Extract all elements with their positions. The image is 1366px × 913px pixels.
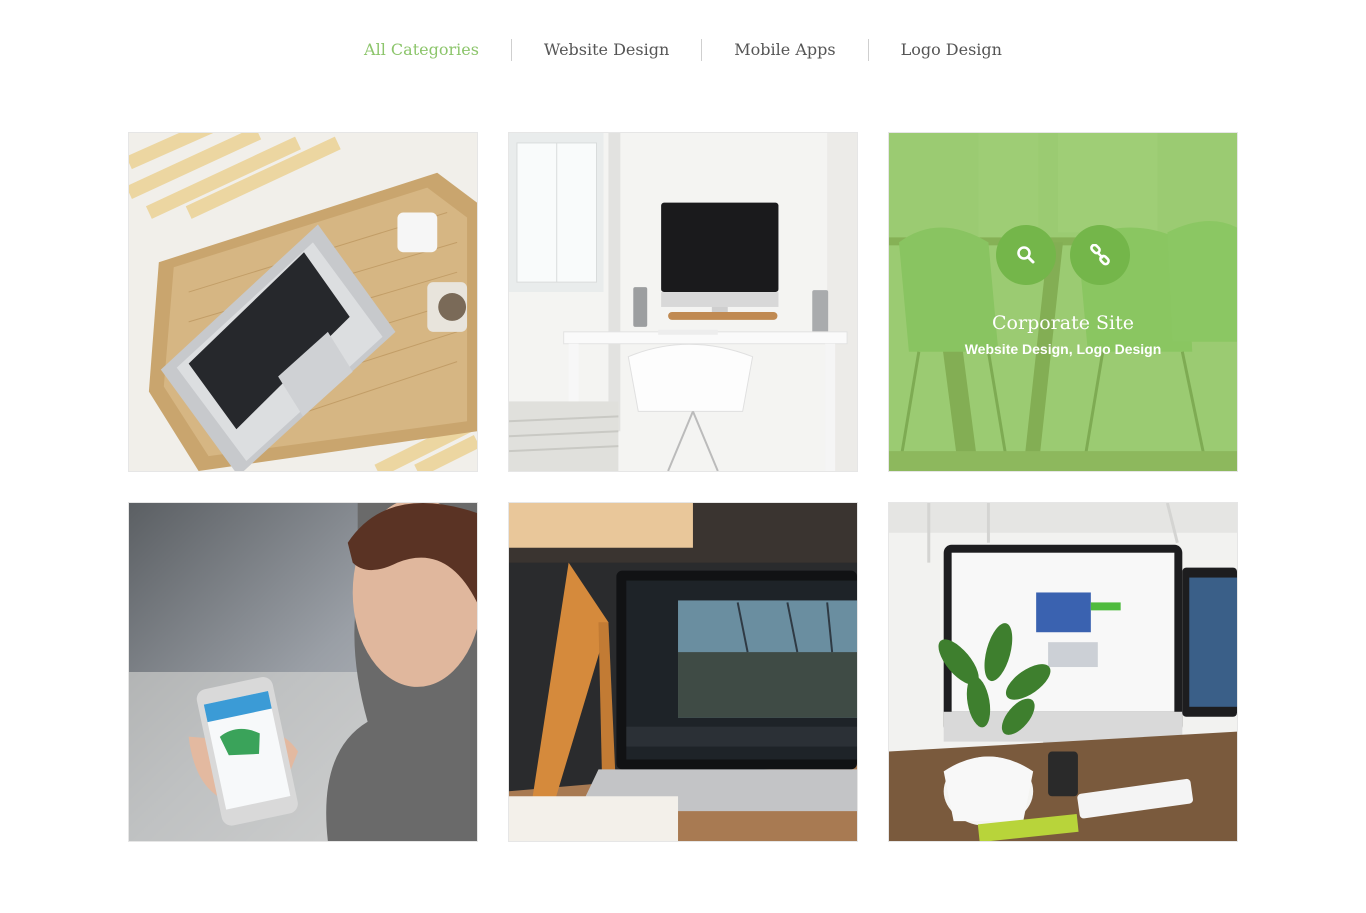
filter-logo-design[interactable]: Logo Design	[869, 38, 1034, 62]
laptop-photo-editing-photo	[509, 503, 857, 841]
portfolio-item-corporate-site[interactable]: Corporate Site Website Design, Logo Desi…	[888, 132, 1238, 472]
filter-mobile-apps[interactable]: Mobile Apps	[702, 38, 867, 62]
portfolio-item-laptop-tray[interactable]	[128, 132, 478, 472]
link-button[interactable]	[1070, 225, 1130, 285]
portfolio-item-imac-plant[interactable]	[888, 502, 1238, 842]
portfolio-page: All Categories Website Design Mobile App…	[0, 0, 1366, 913]
portfolio-item-imac-desk[interactable]	[508, 132, 858, 472]
laptop-on-wicker-tray-photo	[129, 133, 477, 471]
zoom-button[interactable]	[996, 225, 1056, 285]
link-icon	[1090, 244, 1110, 266]
portfolio-filter-bar: All Categories Website Design Mobile App…	[0, 38, 1366, 62]
imac-with-plant-photo	[889, 503, 1237, 841]
imac-on-white-desk-photo	[509, 133, 857, 471]
portfolio-item-phone-app[interactable]	[128, 502, 478, 842]
woman-holding-phone-photo	[129, 503, 477, 841]
portfolio-hover-overlay: Corporate Site Website Design, Logo Desi…	[889, 133, 1237, 471]
portfolio-grid: Corporate Site Website Design, Logo Desi…	[128, 132, 1238, 842]
filter-website-design[interactable]: Website Design	[512, 38, 701, 62]
filter-all-categories[interactable]: All Categories	[332, 38, 511, 62]
overlay-button-group	[996, 225, 1130, 285]
portfolio-item-categories: Website Design, Logo Design	[964, 341, 1162, 357]
portfolio-item-title[interactable]: Corporate Site	[992, 311, 1134, 335]
search-icon	[1017, 246, 1035, 264]
portfolio-item-photo-editing[interactable]	[508, 502, 858, 842]
